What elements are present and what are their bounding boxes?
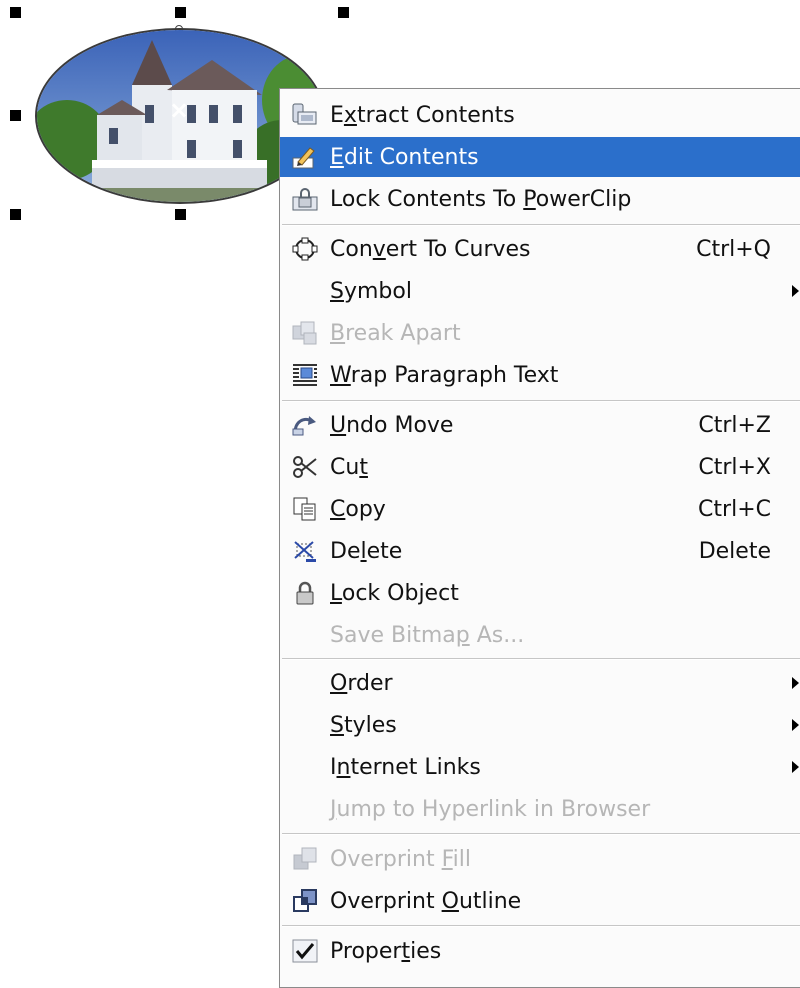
selection-handle-top-center[interactable]: [175, 7, 186, 18]
overprint-fill-icon: [280, 839, 330, 879]
menu-item-jump-to-hyperlink[interactable]: Jump to Hyperlink in Browser: [280, 789, 800, 829]
shortcut-convert-to-curves: Ctrl+Q: [696, 236, 771, 262]
menu-item-convert-to-curves[interactable]: Convert To Curves Ctrl+Q: [280, 229, 800, 269]
overprint-outline-icon: [280, 881, 330, 921]
lock-contents-icon: [280, 179, 330, 219]
menu-separator: [282, 658, 800, 660]
selection-handle-bottom-center[interactable]: [175, 209, 186, 220]
menu-item-edit-contents[interactable]: Edit Contents: [280, 137, 800, 177]
shortcut-copy: Ctrl+C: [698, 496, 771, 522]
menu-separator: [282, 833, 800, 835]
menu-item-undo-move[interactable]: Undo Move Ctrl+Z: [280, 405, 800, 445]
menu-item-extract-contents[interactable]: Extract Contents: [280, 95, 800, 135]
menu-item-wrap-paragraph-text[interactable]: Wrap Paragraph Text: [280, 355, 800, 395]
menu-item-overprint-outline[interactable]: Overprint Outline: [280, 881, 800, 921]
menu-item-order[interactable]: Order: [280, 663, 800, 703]
break-apart-icon: [280, 313, 330, 353]
menu-item-properties[interactable]: Properties: [280, 931, 800, 971]
checkmark-icon: [280, 931, 330, 971]
menu-separator: [282, 224, 800, 226]
shortcut-undo-move: Ctrl+Z: [698, 412, 771, 438]
menu-item-overprint-fill[interactable]: Overprint Fill: [280, 839, 800, 879]
edit-contents-icon: [280, 137, 330, 177]
copy-icon: [280, 489, 330, 529]
extract-contents-icon: [280, 95, 330, 135]
selection-handle-top-left[interactable]: [10, 7, 21, 18]
menu-item-break-apart[interactable]: Break Apart: [280, 313, 800, 353]
menu-item-copy[interactable]: Copy Ctrl+C: [280, 489, 800, 529]
submenu-arrow-icon: [792, 761, 799, 773]
scissors-icon: [280, 447, 330, 487]
padlock-icon: [280, 573, 330, 613]
menu-item-symbol[interactable]: Symbol: [280, 271, 800, 311]
menu-item-delete[interactable]: Delete Delete: [280, 531, 800, 571]
menu-separator: [282, 925, 800, 927]
menu-item-cut[interactable]: Cut Ctrl+X: [280, 447, 800, 487]
menu-item-styles[interactable]: Styles: [280, 705, 800, 745]
delete-icon: [280, 531, 330, 571]
menu-item-save-bitmap-as[interactable]: Save Bitmap As...: [280, 615, 800, 655]
selection-handle-bottom-left[interactable]: [10, 209, 21, 220]
undo-icon: [280, 405, 330, 445]
wrap-text-icon: [280, 355, 330, 395]
menu-item-internet-links[interactable]: Internet Links: [280, 747, 800, 787]
x-marker-icon: ×: [169, 96, 190, 124]
menu-item-lock-object[interactable]: Lock Object: [280, 573, 800, 613]
menu-item-lock-contents-to-powerclip[interactable]: Lock Contents To PowerClip: [280, 179, 800, 219]
selection-handle-middle-left[interactable]: [10, 110, 21, 121]
selection-handle-top-right[interactable]: [338, 7, 349, 18]
submenu-arrow-icon: [792, 285, 799, 297]
submenu-arrow-icon: [792, 719, 799, 731]
shortcut-delete: Delete: [698, 538, 771, 564]
shortcut-cut: Ctrl+X: [698, 454, 771, 480]
menu-separator: [282, 400, 800, 402]
submenu-arrow-icon: [792, 677, 799, 689]
convert-curves-icon: [280, 229, 330, 269]
context-menu: Extract Contents Edit Contents Lock Cont…: [279, 88, 800, 988]
